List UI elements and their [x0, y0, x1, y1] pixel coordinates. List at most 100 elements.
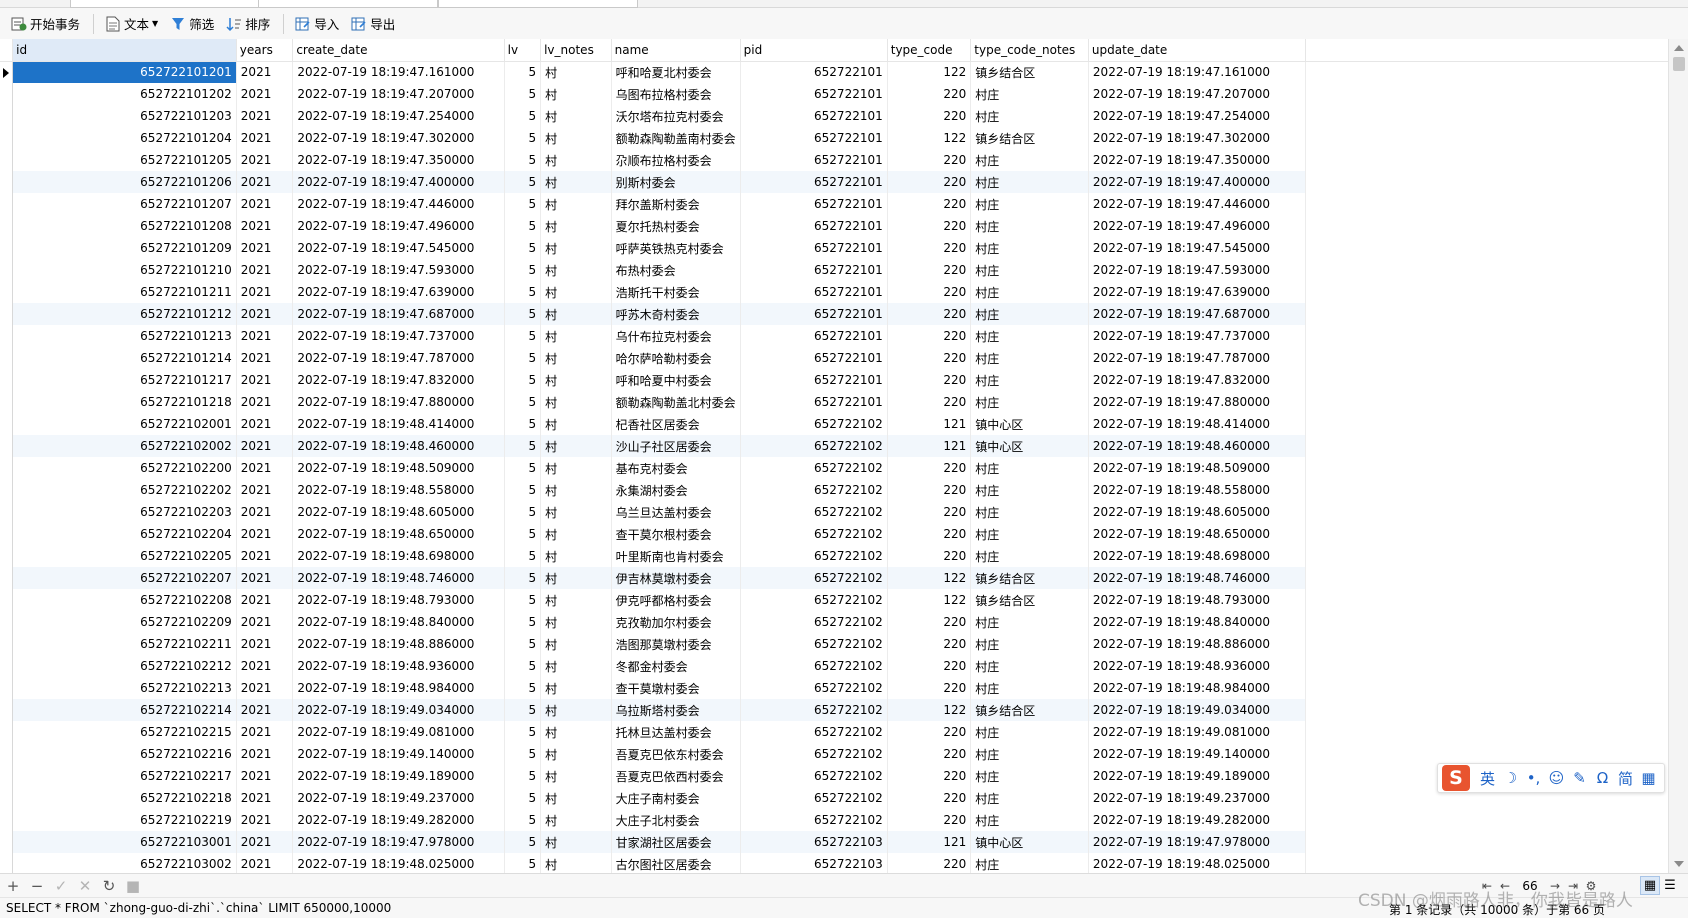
row-header[interactable]	[0, 413, 14, 435]
table-cell-create-date[interactable]: 2022-07-19 18:19:48.650000	[292, 523, 505, 545]
table-cell-name[interactable]: 乌什布拉克村委会	[611, 325, 741, 347]
table-cell-create-date[interactable]: 2022-07-19 18:19:47.496000	[292, 215, 505, 237]
table-cell-lv[interactable]: 5	[504, 545, 542, 567]
table-cell-lv[interactable]: 5	[504, 809, 542, 831]
table-cell-name[interactable]: 浩斯托干村委会	[611, 281, 741, 303]
table-cell-id[interactable]: 652722102203	[12, 501, 237, 523]
table-cell-name[interactable]: 呼萨英铁热克村委会	[611, 237, 741, 259]
table-cell-pid[interactable]: 652722102	[740, 457, 888, 479]
table-cell-lv[interactable]: 5	[504, 303, 542, 325]
text-view-button[interactable]: 文本 ▼	[100, 12, 163, 36]
table-cell-id[interactable]: 652722102204	[12, 523, 237, 545]
table-cell-type-code[interactable]: 220	[887, 391, 972, 413]
table-cell-lv[interactable]: 5	[504, 127, 542, 149]
table-cell-years[interactable]: 2021	[236, 501, 294, 523]
table-cell-lv-notes[interactable]: 村	[540, 743, 612, 765]
table-row[interactable]: 652722102214 2021 2022-07-19 18:19:49.0340…	[0, 699, 1668, 721]
table-cell-name[interactable]: 冬都金村委会	[611, 655, 741, 677]
table-cell-type-code-notes[interactable]: 村庄	[970, 215, 1089, 237]
table-cell-lv[interactable]: 5	[504, 347, 542, 369]
table-cell-pid[interactable]: 652722102	[740, 721, 888, 743]
table-cell-update-date[interactable]: 2022-07-19 18:19:48.793000	[1088, 589, 1307, 611]
pen-icon[interactable]: ✎	[1568, 769, 1591, 787]
table-cell-pid[interactable]: 652722102	[740, 413, 888, 435]
table-cell-lv-notes[interactable]: 村	[540, 809, 612, 831]
table-cell-id[interactable]: 652722102218	[12, 787, 237, 809]
table-cell-pid[interactable]: 652722101	[740, 193, 888, 215]
table-cell-type-code[interactable]: 220	[887, 369, 972, 391]
emoji-icon[interactable]: ☺	[1545, 769, 1568, 787]
table-cell-pid[interactable]: 652722102	[740, 655, 888, 677]
table-cell-create-date[interactable]: 2022-07-19 18:19:49.237000	[292, 787, 505, 809]
column-header-id[interactable]: id	[12, 39, 237, 62]
table-cell-type-code[interactable]: 220	[887, 501, 972, 523]
scroll-down-icon[interactable]	[1674, 861, 1684, 867]
table-cell-pid[interactable]: 652722101	[740, 61, 888, 83]
table-row[interactable]: 652722102215 2021 2022-07-19 18:19:49.0810…	[0, 721, 1668, 743]
table-cell-type-code[interactable]: 220	[887, 479, 972, 501]
table-cell-create-date[interactable]: 2022-07-19 18:19:47.207000	[292, 83, 505, 105]
table-cell-pid[interactable]: 652722102	[740, 501, 888, 523]
table-cell-name[interactable]: 乌图布拉格村委会	[611, 83, 741, 105]
table-cell-update-date[interactable]: 2022-07-19 18:19:47.593000	[1088, 259, 1307, 281]
table-cell-name[interactable]: 乌拉斯塔村委会	[611, 699, 741, 721]
table-cell-update-date[interactable]: 2022-07-19 18:19:47.832000	[1088, 369, 1307, 391]
table-cell-years[interactable]: 2021	[236, 589, 294, 611]
table-cell-id[interactable]: 652722101208	[12, 215, 237, 237]
table-cell-pid[interactable]: 652722102	[740, 589, 888, 611]
table-cell-id[interactable]: 652722102202	[12, 479, 237, 501]
table-cell-type-code[interactable]: 220	[887, 215, 972, 237]
table-cell-pid[interactable]: 652722102	[740, 567, 888, 589]
table-cell-id[interactable]: 652722102211	[12, 633, 237, 655]
row-header[interactable]	[0, 699, 14, 721]
row-header[interactable]	[0, 677, 14, 699]
table-cell-create-date[interactable]: 2022-07-19 18:19:47.254000	[292, 105, 505, 127]
table-cell-type-code[interactable]: 220	[887, 853, 972, 873]
table-cell-lv-notes[interactable]: 村	[540, 479, 612, 501]
table-row[interactable]: 652722102001 2021 2022-07-19 18:19:48.4140…	[0, 413, 1668, 435]
row-header[interactable]	[0, 567, 14, 589]
table-cell-type-code-notes[interactable]: 镇中心区	[970, 435, 1089, 457]
row-header[interactable]	[0, 149, 14, 171]
table-cell-update-date[interactable]: 2022-07-19 18:19:47.207000	[1088, 83, 1307, 105]
table-cell-pid[interactable]: 652722102	[740, 611, 888, 633]
table-cell-pid[interactable]: 652722102	[740, 809, 888, 831]
table-cell-id[interactable]: 652722102207	[12, 567, 237, 589]
table-cell-name[interactable]: 呼苏木奇村委会	[611, 303, 741, 325]
row-header[interactable]	[0, 347, 14, 369]
row-header[interactable]	[0, 61, 14, 83]
table-cell-type-code-notes[interactable]: 村庄	[970, 743, 1089, 765]
table-cell-create-date[interactable]: 2022-07-19 18:19:47.593000	[292, 259, 505, 281]
table-cell-lv[interactable]: 5	[504, 457, 542, 479]
table-cell-type-code-notes[interactable]: 镇乡结合区	[970, 699, 1089, 721]
table-cell-lv[interactable]: 5	[504, 237, 542, 259]
table-cell-create-date[interactable]: 2022-07-19 18:19:48.025000	[292, 853, 505, 873]
table-cell-type-code-notes[interactable]: 村庄	[970, 325, 1089, 347]
sogou-logo-icon[interactable]: S	[1442, 765, 1470, 791]
table-cell-lv[interactable]: 5	[504, 413, 542, 435]
table-cell-pid[interactable]: 652722101	[740, 171, 888, 193]
table-cell-lv[interactable]: 5	[504, 149, 542, 171]
table-cell-type-code-notes[interactable]: 村庄	[970, 457, 1089, 479]
table-cell-pid[interactable]: 652722101	[740, 237, 888, 259]
table-cell-type-code-notes[interactable]: 村庄	[970, 501, 1089, 523]
table-cell-create-date[interactable]: 2022-07-19 18:19:49.081000	[292, 721, 505, 743]
table-cell-name[interactable]: 吾夏克巴依东村委会	[611, 743, 741, 765]
table-cell-update-date[interactable]: 2022-07-19 18:19:49.140000	[1088, 743, 1307, 765]
table-cell-type-code-notes[interactable]: 村庄	[970, 149, 1089, 171]
table-cell-name[interactable]: 拜尔盖斯村委会	[611, 193, 741, 215]
table-cell-lv-notes[interactable]: 村	[540, 83, 612, 105]
table-cell-type-code[interactable]: 220	[887, 281, 972, 303]
begin-transaction-button[interactable]: 开始事务	[6, 12, 85, 36]
table-row[interactable]: 652722101202 2021 2022-07-19 18:19:47.2070…	[0, 83, 1668, 105]
table-cell-name[interactable]: 哈尔萨哈勒村委会	[611, 347, 741, 369]
table-cell-id[interactable]: 652722101206	[12, 171, 237, 193]
table-cell-name[interactable]: 查干莫尔根村委会	[611, 523, 741, 545]
row-header[interactable]	[0, 501, 14, 523]
table-cell-years[interactable]: 2021	[236, 457, 294, 479]
table-cell-type-code-notes[interactable]: 村庄	[970, 633, 1089, 655]
table-cell-name[interactable]: 永集湖村委会	[611, 479, 741, 501]
table-cell-create-date[interactable]: 2022-07-19 18:19:49.282000	[292, 809, 505, 831]
table-cell-lv[interactable]: 5	[504, 567, 542, 589]
table-cell-years[interactable]: 2021	[236, 809, 294, 831]
